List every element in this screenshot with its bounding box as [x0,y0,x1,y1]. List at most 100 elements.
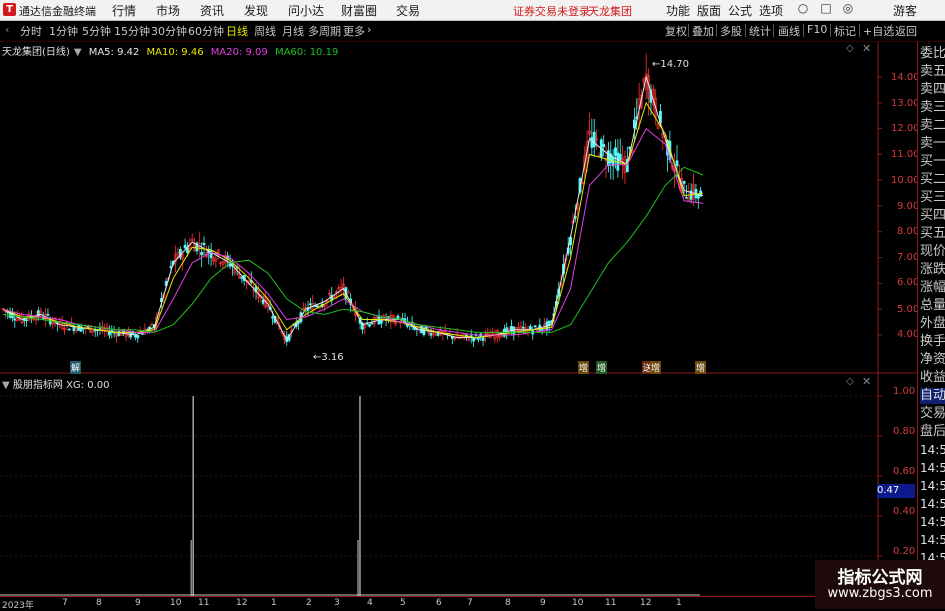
btn-fuquan[interactable]: 复权 [665,23,687,39]
period-toolbar: ‹ 分时 1分钟 5分钟 15分钟 30分钟 60分钟 日线 周线 月线 多周期… [0,21,945,42]
panel-price[interactable]: 现价 [920,244,945,260]
panel-after-hours[interactable]: 盘后 [920,424,945,440]
candle-body [202,242,206,246]
skin-icon[interactable]: ◎ [838,1,858,15]
candle-body [316,305,319,308]
indicator-name[interactable]: 股朋指标网 [13,380,63,391]
panel-buy2[interactable]: 买二 [920,172,945,188]
candle-body [481,337,485,341]
price-tick: 7.00 [897,252,920,263]
btn-add-watchlist[interactable]: +自选 [863,23,894,39]
panel-buy3[interactable]: 买三 [920,190,945,206]
btn-huaxian[interactable]: 画线 [778,23,800,39]
panel-change[interactable]: 涨跌 [920,262,945,278]
message-icon[interactable]: □ [816,1,836,15]
indicator-legend: ▼ 股朋指标网 XG: 0.00 [2,376,110,391]
tab-15min[interactable]: 15分钟 [114,23,150,39]
btn-duogu[interactable]: 多股 [720,23,742,39]
stock-legend-name[interactable]: 天龙集团(日线) [2,47,70,58]
indicator-settings-icon[interactable]: ▼ [2,380,10,391]
panel-time: 14:56 [920,497,945,511]
menu-jiaoyi[interactable]: 交易 [396,2,420,19]
login-status[interactable]: 证券交易未登录 [513,3,590,19]
indicator-options-icon[interactable]: ◇ [846,376,854,387]
x-tick: 2 [306,598,312,608]
toolbar-divider [891,24,892,37]
panel-auto[interactable]: 自动 [920,388,945,404]
ma-line-ma10 [2,101,704,339]
menu-xuanxiang[interactable]: 选项 [759,2,783,19]
toolbar-divider [830,24,831,37]
ma60-legend: MA60: 10.19 [274,47,339,58]
chart-close-icon[interactable]: ✕ [862,42,871,55]
btn-f10[interactable]: F10 [807,23,827,36]
panel-buy4[interactable]: 买四 [920,208,945,224]
panel-sell1[interactable]: 卖一 [920,136,945,152]
menu-caifuquan[interactable]: 财富圈 [341,2,377,19]
ma-lines [2,75,704,342]
btn-back[interactable]: 返回 [895,23,917,39]
menu-shichang[interactable]: 市场 [156,2,180,19]
event-zeng-4[interactable]: 增 [695,361,707,374]
panel-weibi[interactable]: 委比 [920,46,945,62]
guest-label[interactable]: 游客 [893,2,917,19]
tab-fenshi[interactable]: 分时 [20,23,42,39]
panel-buy5[interactable]: 买五 [920,226,945,242]
tab-more[interactable]: 更多 [343,23,365,39]
btn-tongji[interactable]: 统计 [749,23,771,39]
tab-daily[interactable]: 日线 [226,23,248,39]
menu-faxian[interactable]: 发现 [244,2,268,19]
legend-settings-icon[interactable]: ▼ [74,47,82,58]
event-zeng-2[interactable]: 增 [596,361,608,374]
panel-time: 14:56 [920,515,945,529]
candle-body [429,333,433,336]
menu-gongshi[interactable]: 公式 [728,2,752,19]
watermark-title: 指标公式网 [837,568,923,588]
menu-wenxiaoda[interactable]: 问小达 [288,2,324,19]
tab-1min[interactable]: 1分钟 [49,23,78,39]
indicator-tick: 0.20 [893,546,916,557]
panel-earnings[interactable]: 收益 [920,370,945,386]
panel-turnover[interactable]: 换手 [920,334,945,350]
tab-60min[interactable]: 60分钟 [188,23,224,39]
more-chevron-icon[interactable]: › [367,23,371,36]
panel-sell5[interactable]: 卖五 [920,64,945,80]
user-icon[interactable]: ○ [793,1,813,15]
nav-back-icon[interactable]: ‹ [5,23,9,36]
tab-monthly[interactable]: 月线 [282,23,304,39]
tab-5min[interactable]: 5分钟 [82,23,111,39]
panel-change-pct[interactable]: 涨幅 [920,280,945,296]
x-tick: 11 [605,598,617,608]
panel-sell2[interactable]: 卖二 [920,118,945,134]
panel-outer[interactable]: 外盘 [920,316,945,332]
btn-diejia[interactable]: 叠加 [692,23,714,39]
panel-sell3[interactable]: 卖三 [920,100,945,116]
chart-options-icon[interactable]: ◇ [846,43,854,54]
event-jie[interactable]: 解 [70,361,82,374]
menu-gongneng[interactable]: 功能 [666,2,690,19]
btn-biaoji[interactable]: 标记 [834,23,856,39]
kline-chart[interactable] [0,42,917,609]
tab-30min[interactable]: 30分钟 [151,23,187,39]
candle-body [108,331,111,336]
indicator-close-icon[interactable]: ✕ [862,375,871,388]
panel-volume[interactable]: 总量 [920,298,945,314]
candle-body [602,144,606,148]
x-tick: 5 [400,598,406,608]
x-tick: 9 [540,598,546,608]
panel-sell4[interactable]: 卖四 [920,82,945,98]
event-zeng-1[interactable]: 增 [578,361,590,374]
tab-multi-period[interactable]: 多周期 [308,23,341,39]
panel-trade[interactable]: 交易 [920,406,945,422]
menu-hangqing[interactable]: 行情 [112,2,136,19]
candle-body [401,317,405,320]
panel-net-assets[interactable]: 净资 [920,352,945,368]
menu-banmian[interactable]: 版面 [697,2,721,19]
tab-weekly[interactable]: 周线 [254,23,276,39]
panel-buy1[interactable]: 买一 [920,154,945,170]
x-tick: 6 [436,598,442,608]
event-zeng-3[interactable]: 增 [650,361,662,374]
candle-body [696,194,700,199]
panel-time: 14:56 [920,479,945,493]
menu-zixun[interactable]: 资讯 [200,2,224,19]
